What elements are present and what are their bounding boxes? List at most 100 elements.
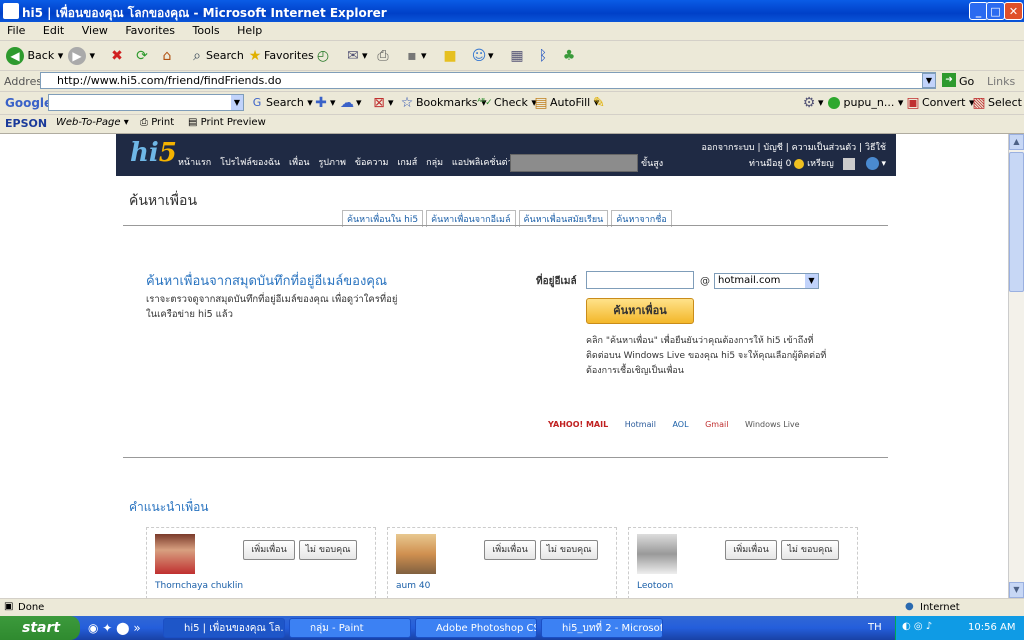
- nav-games[interactable]: เกมส์: [397, 158, 417, 168]
- menu-favorites[interactable]: Favorites: [118, 22, 182, 39]
- select-button[interactable]: ▧ Select: [970, 92, 1022, 114]
- address-input[interactable]: http://www.hi5.com/friend/findFriends.do: [40, 72, 936, 89]
- menu-edit[interactable]: Edit: [36, 22, 71, 39]
- clock: 10:56 AM: [968, 622, 1016, 633]
- taskbar-item-word[interactable]: hi5_บทที่ 2 - Microsof...: [541, 618, 663, 638]
- quick-launch-icons[interactable]: ◉ ✦ ⬤ »: [88, 621, 141, 635]
- tray-icons[interactable]: ◐ ◎ ♪: [902, 621, 932, 632]
- status-bar: ▣ Done ● Internet: [0, 598, 1024, 617]
- hi5-search-input[interactable]: [510, 154, 638, 172]
- msn-button[interactable]: ♣: [560, 45, 578, 67]
- account-links[interactable]: ออกจากระบบ | บัญชี | ความเป็นส่วนตัว | ว…: [701, 140, 886, 154]
- taskbar-item-photoshop[interactable]: Adobe Photoshop CS...: [415, 618, 537, 638]
- epson-print-preview-button[interactable]: ▤ Print Preview: [188, 117, 266, 128]
- go-button[interactable]: Go: [959, 75, 974, 88]
- google-search-button[interactable]: G Search ▾: [248, 92, 313, 114]
- bluetooth-button[interactable]: ᛒ: [534, 45, 552, 67]
- menu-view[interactable]: View: [75, 22, 115, 39]
- google-chat-button[interactable]: ☁ ▾: [338, 92, 362, 114]
- maximize-button[interactable]: □: [986, 2, 1005, 20]
- history-button[interactable]: ◴: [314, 45, 332, 67]
- chevron-down-icon[interactable]: ▼: [922, 73, 936, 88]
- chevron-down-icon[interactable]: ▼: [231, 95, 243, 110]
- email-field[interactable]: [586, 271, 694, 289]
- avatar[interactable]: [637, 534, 677, 574]
- nav-messages[interactable]: ข้อความ: [355, 158, 389, 168]
- suggestion-name[interactable]: Leotoon: [637, 581, 673, 591]
- decline-button[interactable]: ไม่ ขอบคุณ: [781, 540, 839, 560]
- vertical-scrollbar[interactable]: ▲ ▼: [1008, 134, 1024, 598]
- print-button[interactable]: ⎙: [374, 45, 392, 67]
- taskbar-item-paint[interactable]: กลุ่ม - Paint: [289, 618, 411, 638]
- edit-icon: ▪: [407, 48, 417, 64]
- chevron-down-icon: ▼: [805, 274, 818, 288]
- decline-button[interactable]: ไม่ ขอบคุณ: [299, 540, 357, 560]
- messenger-icon: ☺: [471, 48, 487, 64]
- suggestion-name[interactable]: aum 40: [396, 581, 430, 591]
- spell-check-button[interactable]: ᴬᴮ✓Check ▾: [476, 92, 537, 114]
- forward-button[interactable]: ▶ ▾: [68, 45, 95, 67]
- popup-blocker-button[interactable]: ⊠ ▾: [370, 92, 393, 114]
- google-plus-button[interactable]: ✚ ▾: [312, 92, 335, 114]
- google-account-button[interactable]: pupu_n... ▾: [828, 92, 903, 114]
- phone-icon[interactable]: [842, 157, 855, 170]
- favorites-button[interactable]: ★ Favorites: [246, 45, 314, 67]
- highlight-button[interactable]: ✎: [590, 92, 608, 114]
- globe-icon[interactable]: [865, 157, 879, 170]
- google-logo: Google: [5, 96, 53, 110]
- aol-logo: AOL: [672, 420, 689, 429]
- add-friend-button[interactable]: เพิ่มเพื่อน: [243, 540, 295, 560]
- links-button[interactable]: Links: [987, 75, 1015, 88]
- nav-photos[interactable]: รูปภาพ: [318, 158, 345, 168]
- nav-profile[interactable]: โปรไฟล์ของฉัน: [220, 158, 280, 168]
- bookmarks-button[interactable]: ☆ Bookmarks ▾: [398, 92, 487, 114]
- web-to-page-menu[interactable]: Web-To-Page ▾: [56, 117, 129, 128]
- home-button[interactable]: ⌂: [158, 45, 176, 67]
- refresh-button[interactable]: ⟳: [133, 45, 151, 67]
- stop-button[interactable]: ✖: [108, 45, 126, 67]
- email-domain-select[interactable]: hotmail.com ▼: [714, 273, 819, 289]
- notes-button[interactable]: ■: [441, 45, 459, 67]
- mail-button[interactable]: ✉ ▾: [344, 45, 367, 67]
- scrollbar-thumb[interactable]: [1009, 152, 1024, 292]
- window-title-bar[interactable]: hi5 | เพื่อนของคุณ โลกของคุณ - Microsoft…: [0, 0, 1024, 22]
- coin-icon: [794, 158, 805, 169]
- avatar[interactable]: [155, 534, 195, 574]
- decline-button[interactable]: ไม่ ขอบคุณ: [540, 540, 598, 560]
- google-settings-button[interactable]: ⚙ ▾: [800, 92, 824, 114]
- hi5-logo[interactable]: hi5: [130, 138, 177, 168]
- nav-friends[interactable]: เพื่อน: [289, 158, 310, 168]
- back-button[interactable]: ◀ Back ▾: [6, 45, 63, 67]
- add-friend-button[interactable]: เพิ่มเพื่อน: [725, 540, 777, 560]
- menu-tools[interactable]: Tools: [186, 22, 227, 39]
- email-provider-logos: YAHOO! MAIL Hotmail AOL Gmail Windows Li…: [548, 420, 814, 429]
- epson-print-button[interactable]: ⎙ Print: [140, 117, 174, 128]
- suggestion-name[interactable]: Thornchaya chuklin: [155, 581, 243, 591]
- advanced-search-link[interactable]: ขั้นสูง: [641, 156, 663, 170]
- security-zone: Internet: [920, 602, 960, 613]
- scroll-up-arrow-icon[interactable]: ▲: [1009, 134, 1024, 150]
- google-search-input[interactable]: [48, 94, 244, 111]
- scroll-down-arrow-icon[interactable]: ▼: [1009, 582, 1024, 598]
- close-button[interactable]: ✕: [1004, 2, 1023, 20]
- language-indicator[interactable]: TH: [868, 622, 882, 633]
- search-button[interactable]: ⌕ Search: [188, 45, 244, 67]
- find-friends-button[interactable]: ค้นหาเพื่อน: [586, 298, 694, 324]
- menu-file[interactable]: File: [0, 22, 32, 39]
- mail-icon: ✉: [347, 48, 359, 64]
- avatar[interactable]: [396, 534, 436, 574]
- hi5-header: hi5 หน้าแรก โปรไฟล์ของฉัน เพื่อน รูปภาพ …: [116, 134, 896, 176]
- research-button[interactable]: ▦: [508, 45, 526, 67]
- online-status-icon: [828, 97, 840, 109]
- edit-button[interactable]: ▪ ▾: [403, 45, 426, 67]
- nav-home[interactable]: หน้าแรก: [178, 158, 211, 168]
- go-arrow-icon[interactable]: ➜: [942, 73, 956, 87]
- nav-groups[interactable]: กลุ่ม: [426, 158, 443, 168]
- add-friend-button[interactable]: เพิ่มเพื่อน: [484, 540, 536, 560]
- start-button[interactable]: start: [0, 616, 80, 640]
- wrench-icon: ⚙: [802, 95, 816, 111]
- taskbar-item-hi5[interactable]: hi5 | เพื่อนของคุณ โล...: [163, 618, 285, 638]
- convert-button[interactable]: ▣ Convert ▾: [904, 92, 974, 114]
- menu-help[interactable]: Help: [230, 22, 269, 39]
- messenger-button[interactable]: ☺ ▾: [470, 45, 494, 67]
